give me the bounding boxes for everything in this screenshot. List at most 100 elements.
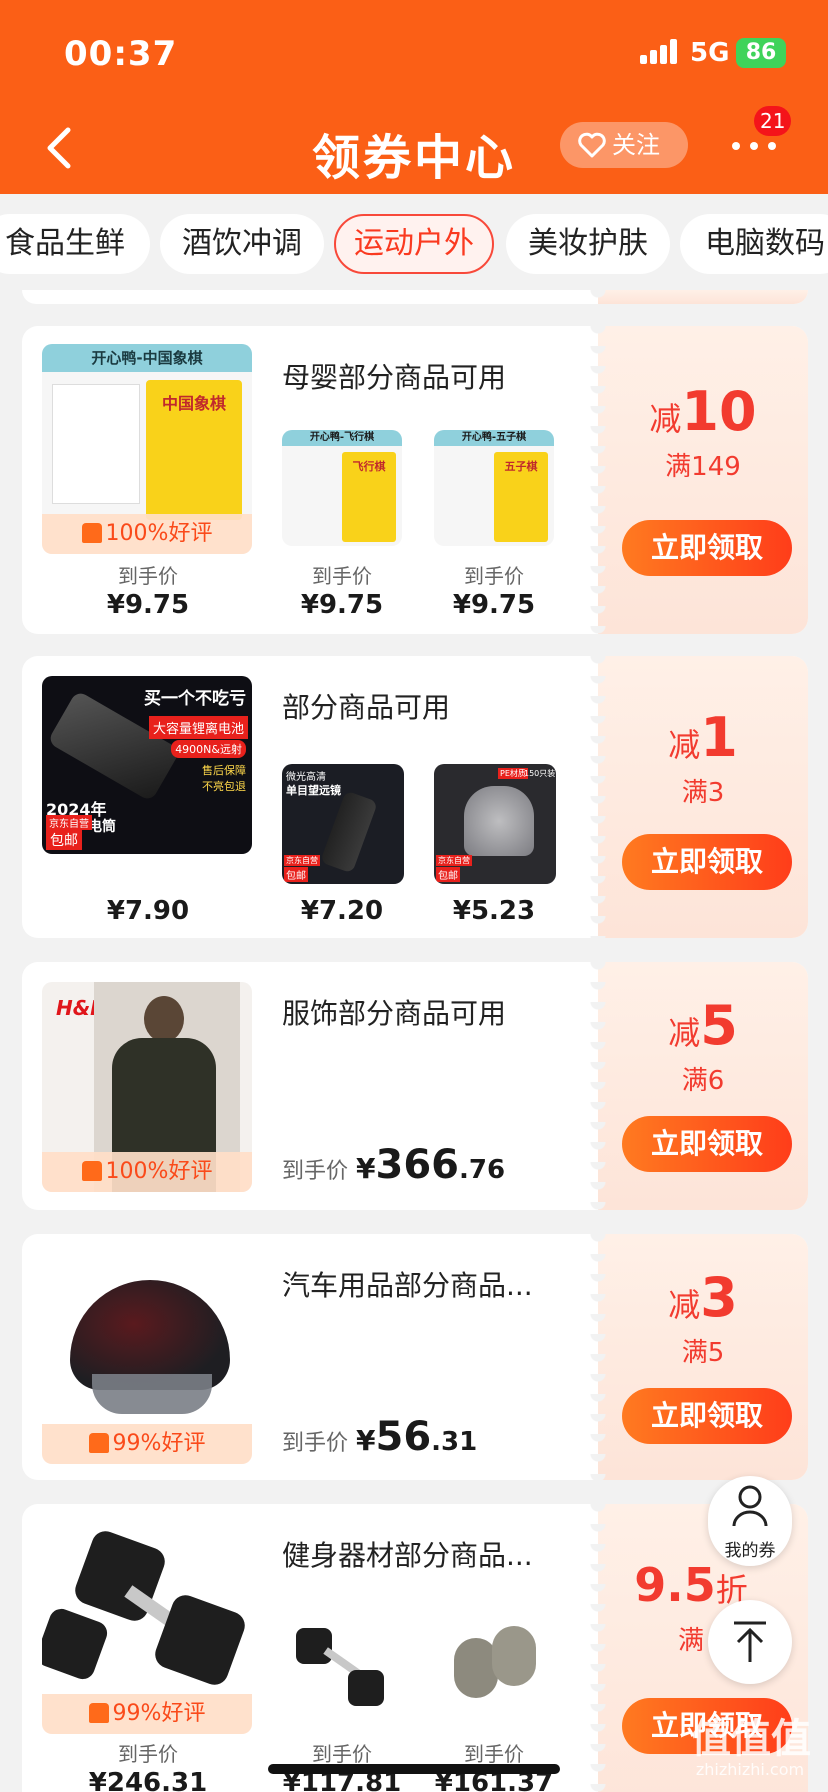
promo-text: 4900N&远射 <box>171 740 246 758</box>
claim-button[interactable]: 立即领取 <box>622 834 792 890</box>
promo-text: 买一个不吃亏 <box>144 689 246 709</box>
product-box: 飞行棋 <box>342 452 396 542</box>
discount-prefix: 减 <box>668 1286 701 1324</box>
battery-level: 86 <box>745 40 777 65</box>
product-image[interactable]: 买一个不吃亏 大容量锂离电池 4900N&远射 售后保障 不亮包退 2024年 … <box>42 676 252 854</box>
battery-icon: 86 <box>736 38 786 68</box>
coupon-condition: 满5 <box>681 1338 725 1368</box>
coupon-card-partial <box>22 290 808 304</box>
currency-symbol: ¥ <box>356 1424 376 1457</box>
product-image[interactable]: 微光高清 单目望远镜 京东自营 包邮 <box>282 764 404 884</box>
tab-sports[interactable]: 运动户外 <box>334 214 494 274</box>
model-head <box>144 996 184 1042</box>
dumbbell-head <box>151 1591 249 1689</box>
price-label: 到手价 <box>282 1159 349 1184</box>
coupon-card: 99%好评 汽车用品部分商品... 到手价 ¥56.31 减3 满5 立即领取 <box>22 1234 808 1480</box>
coupon-stub: 减5 满6 立即领取 <box>590 962 808 1210</box>
more-menu-icon[interactable] <box>730 134 780 154</box>
product-box-text: 五子棋 <box>504 460 538 473</box>
price-label: 到手价 <box>464 564 524 588</box>
product-image[interactable]: 开心鸭-中国象棋 中国象棋 100%好评 <box>42 344 252 554</box>
product-price: ¥5.23 <box>452 896 536 926</box>
my-coupons-label: 我的券 <box>724 1541 776 1561</box>
network-type: 5G <box>690 38 730 68</box>
discount-value: 3 <box>700 1266 738 1329</box>
discount-prefix: 减 <box>668 726 701 764</box>
chess-board-image <box>52 384 140 504</box>
claim-button[interactable]: 立即领取 <box>622 1388 792 1444</box>
product-image[interactable]: 99%好评 <box>42 1254 252 1464</box>
rating-text: 99%好评 <box>112 1431 206 1456</box>
promo-text: 单目望远镜 <box>286 784 341 797</box>
coupon-condition: 满149 <box>665 452 741 482</box>
tab-food[interactable]: 食品生鲜 <box>0 214 150 274</box>
product-image[interactable]: 开心鸭-飞行棋 飞行棋 <box>282 430 402 546</box>
coupon-card: 买一个不吃亏 大容量锂离电池 4900N&远射 售后保障 不亮包退 2024年 … <box>22 656 808 938</box>
product-image[interactable]: H&M 100%好评 <box>42 982 252 1192</box>
helmet-visor <box>92 1374 212 1414</box>
status-bar: 00:37 5G 86 <box>0 30 828 78</box>
currency-symbol: ¥ <box>356 1152 376 1185</box>
signal-icon <box>640 38 680 64</box>
my-coupons-button[interactable]: 我的券 <box>708 1476 792 1566</box>
thumbs-up-icon <box>88 1433 109 1453</box>
discount-amount: 减3 <box>598 1266 808 1329</box>
nav-bar: 领券中心 关注 21 <box>0 106 828 188</box>
discount-prefix: 减 <box>649 400 682 438</box>
coupon-stub: 减3 满5 立即领取 <box>590 1234 808 1480</box>
claim-button[interactable]: 立即领取 <box>622 520 792 576</box>
coupon-name: 母婴部分商品可用 <box>282 361 507 394</box>
claim-button[interactable]: 立即领取 <box>622 1116 792 1172</box>
status-time: 00:37 <box>64 34 178 74</box>
tab-drinks[interactable]: 酒饮冲调 <box>160 214 324 274</box>
discount-prefix: 减 <box>668 1014 701 1052</box>
product-title: 开心鸭-飞行棋 <box>282 430 402 446</box>
back-to-top-icon <box>734 1621 766 1662</box>
discount-value: 1 <box>700 706 738 769</box>
discount-amount: 9.5折 <box>598 1558 808 1612</box>
product-box: 五子棋 <box>494 452 548 542</box>
coupon-card: H&M 100%好评 服饰部分商品可用 到手价 ¥366.76 减5 满6 立即领… <box>22 962 808 1210</box>
free-shipping-badge: 包邮 <box>284 867 308 882</box>
jd-self-badge: 京东自营 <box>284 855 320 866</box>
product-image[interactable] <box>434 1608 556 1724</box>
coupon-condition: 满3 <box>681 778 725 808</box>
thumbs-up-icon <box>88 1703 109 1723</box>
back-to-top-button[interactable] <box>708 1600 792 1684</box>
rating-text: 100%好评 <box>105 1159 213 1184</box>
product-price: 到手价 ¥366.76 <box>282 1142 505 1188</box>
coupon-stub <box>590 290 808 304</box>
coupon-stub: 减10 满149 立即领取 <box>590 326 808 634</box>
product-title: 开心鸭-中国象棋 <box>42 344 252 372</box>
coupon-name: 汽车用品部分商品... <box>282 1269 533 1302</box>
product-image[interactable]: PE材质 150只装 京东自营 包邮 <box>434 764 556 884</box>
price-label: 到手价 <box>312 564 372 588</box>
price-label: 到手价 <box>118 564 178 588</box>
price-decimal: .76 <box>459 1155 506 1185</box>
promo-text: 大容量锂离电池 <box>148 716 248 739</box>
dumbbell-image <box>492 1626 536 1686</box>
follow-button[interactable]: 关注 <box>560 122 688 168</box>
promo-text: 微光高清 <box>286 772 326 783</box>
promo-text: 不亮包退 <box>202 780 246 793</box>
discount-value: 5 <box>700 994 738 1057</box>
rating-badge: 99%好评 <box>42 1694 252 1734</box>
thumbs-up-icon <box>81 523 102 543</box>
jd-self-badge: 京东自营 <box>436 855 472 866</box>
discount-amount: 减5 <box>598 994 808 1057</box>
home-indicator[interactable] <box>268 1764 560 1774</box>
product-image[interactable]: 开心鸭-五子棋 五子棋 <box>434 430 554 546</box>
product-image[interactable] <box>282 1608 404 1724</box>
free-shipping-badge: 包邮 <box>46 830 82 850</box>
thumbs-up-icon <box>81 1161 102 1181</box>
discount-value: 10 <box>681 380 757 443</box>
coupon-name: 服饰部分商品可用 <box>282 997 507 1030</box>
price-label: 到手价 <box>282 1431 349 1456</box>
tab-beauty[interactable]: 美妆护肤 <box>506 214 670 274</box>
product-price: ¥9.75 <box>106 590 190 620</box>
watermark-url: zhizhizhi.com <box>695 1760 805 1779</box>
page-title: 领券中心 <box>311 130 516 186</box>
product-price: ¥246.31 <box>88 1768 208 1792</box>
tab-digital[interactable]: 电脑数码 <box>680 214 828 274</box>
product-image[interactable]: 99%好评 <box>42 1524 252 1734</box>
